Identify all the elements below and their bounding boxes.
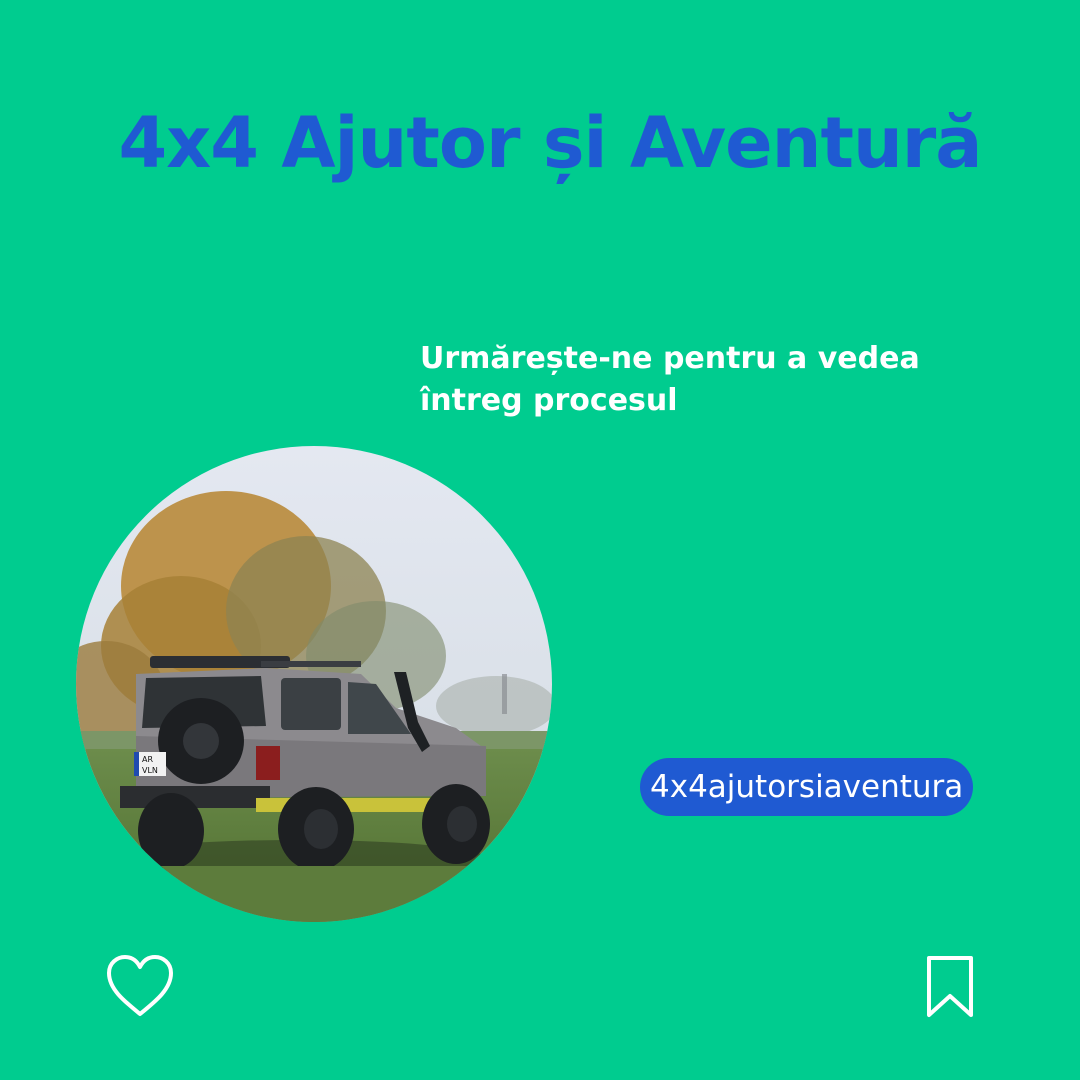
suv-photo: AR VLN: [76, 446, 552, 922]
license-plate-text-2: VLN: [142, 766, 158, 775]
license-plate-text-1: AR: [142, 755, 153, 764]
subtitle-line-1: Urmărește-ne pentru a vedea: [420, 341, 920, 376]
hashtag-pill[interactable]: 4x4ajutorsiaventura: [640, 758, 974, 816]
subtitle-line-2: întreg procesul: [420, 383, 678, 418]
heart-outline-icon[interactable]: [104, 952, 176, 1020]
post-subtitle: Urmărește-ne pentru a vedea întreg proce…: [420, 338, 980, 422]
post-title: 4x4 Ajutor și Aventură: [118, 102, 982, 184]
bookmark-outline-icon[interactable]: [924, 954, 976, 1020]
